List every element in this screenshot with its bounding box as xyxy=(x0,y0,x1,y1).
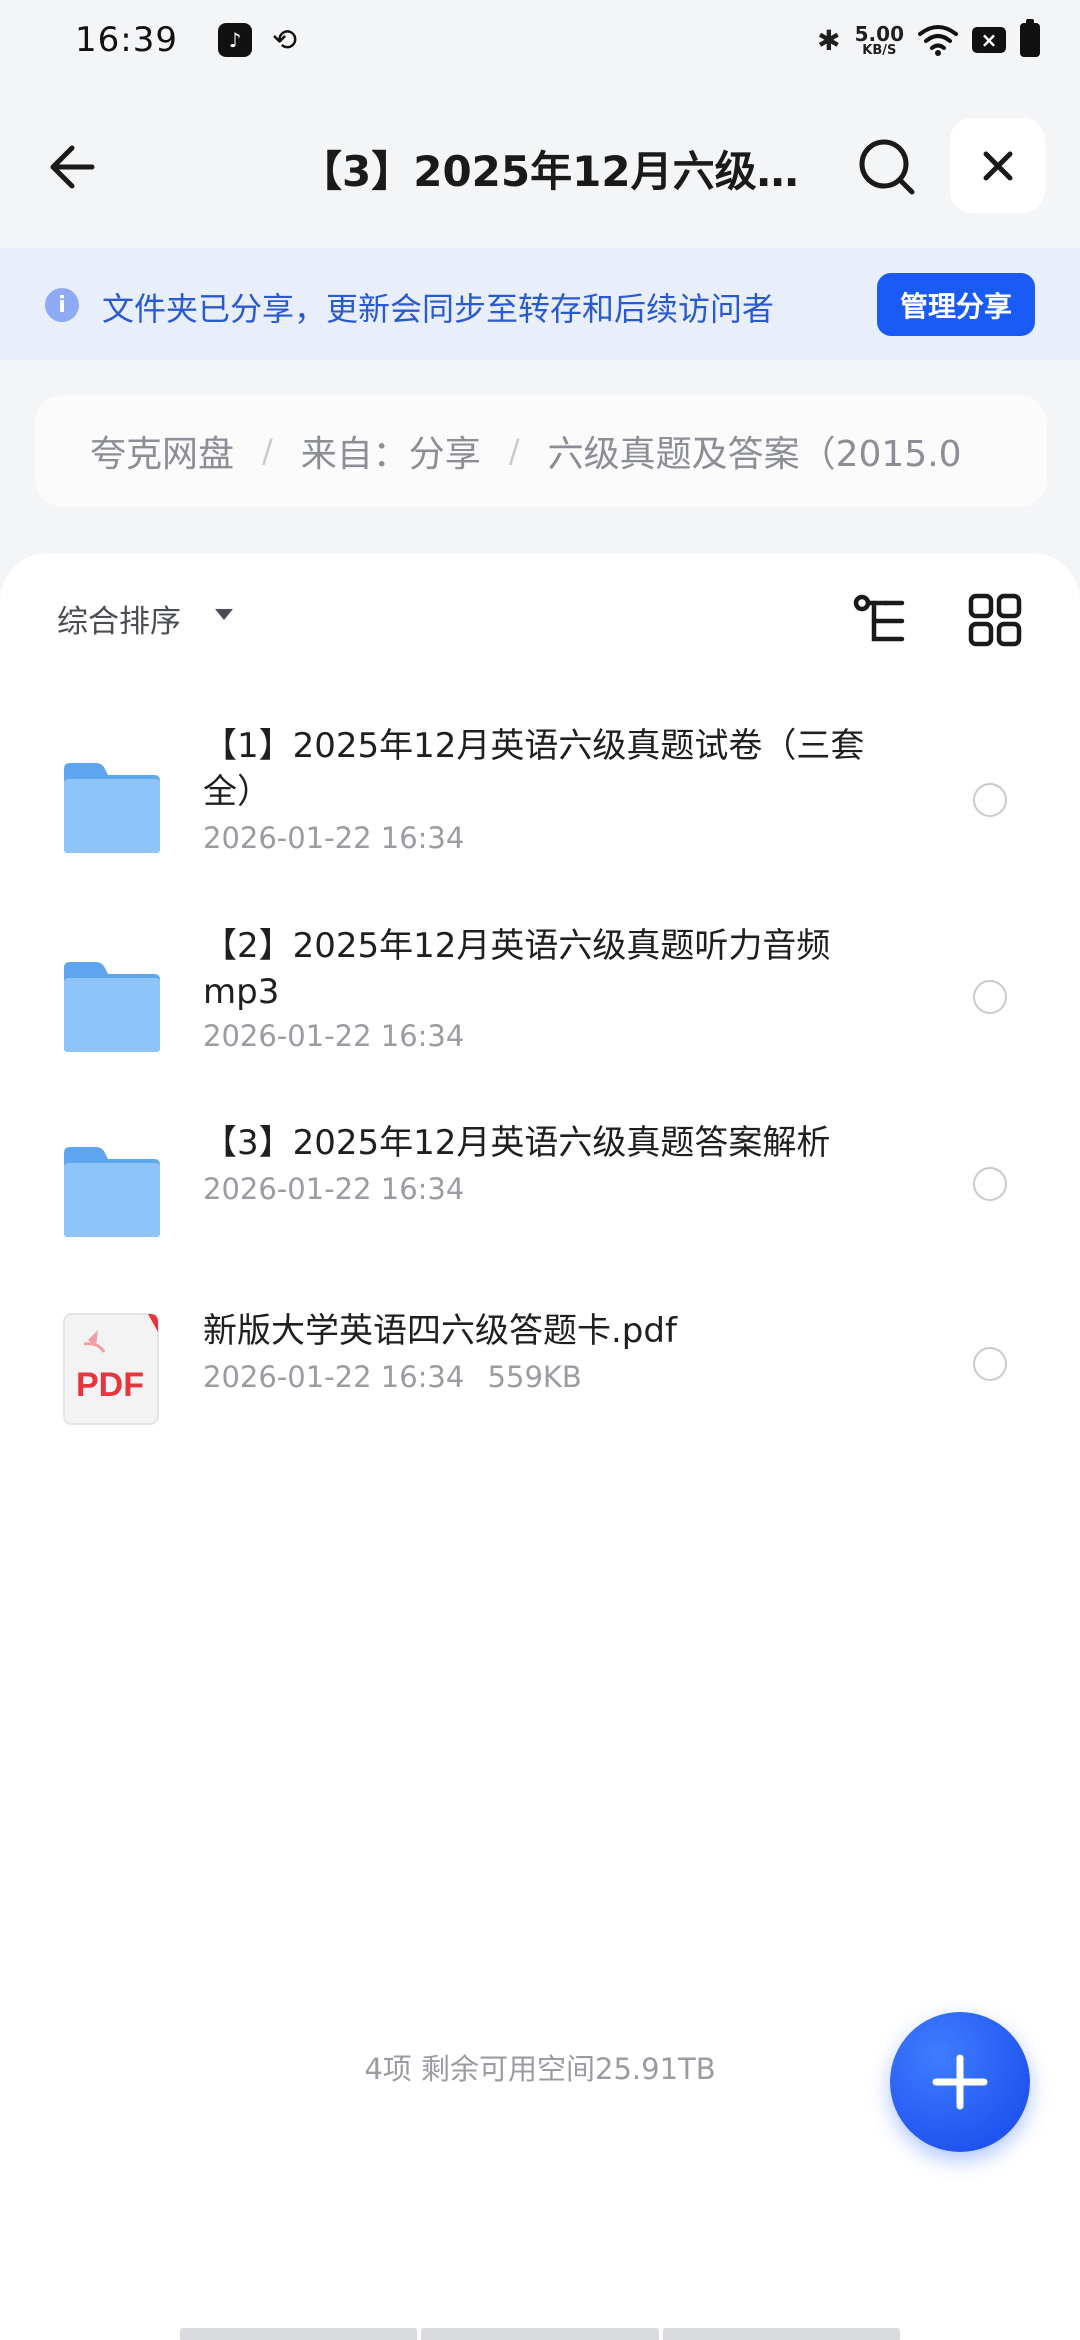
arrow-left-icon xyxy=(50,145,95,189)
tiktok-icon: ♪ xyxy=(217,23,252,57)
file-date: 2026-01-22 16:34 xyxy=(203,1019,465,1053)
file-name: 【3】2025年12月英语六级真题答案解析 xyxy=(203,1123,831,1163)
select-radio[interactable] xyxy=(973,1167,1007,1201)
breadcrumb-separator: / xyxy=(262,432,273,470)
header: 【3】2025年12月六级… xyxy=(0,110,1080,220)
tree-view-button[interactable] xyxy=(852,593,910,651)
sort-dropdown[interactable]: 综合排序 xyxy=(57,596,181,641)
screen: 16:39 ♪ ⟲ ✱ 5.00 KB/S × 【3】2025年12月六级… i… xyxy=(0,0,1080,2340)
status-bar: 16:39 ♪ ⟲ ✱ 5.00 KB/S × xyxy=(0,0,1080,80)
file-date: 2026-01-22 16:34 xyxy=(203,821,465,855)
file-name: 【1】2025年12月英语六级真题试卷（三套全） xyxy=(203,726,865,812)
caret-down-icon[interactable] xyxy=(215,609,233,620)
tree-structure-icon xyxy=(853,594,905,642)
breadcrumb-item-folder[interactable]: 六级真题及答案（2015.0 xyxy=(548,425,962,477)
sync-icon: ⟲ xyxy=(271,22,298,58)
file-name: 新版大学英语四六级答题卡.pdf xyxy=(203,1311,677,1351)
folder-icon xyxy=(64,1147,160,1237)
share-banner-text: 文件夹已分享，更新会同步至转存和后续访问者 xyxy=(102,290,775,328)
file-date: 2026-01-22 16:34 xyxy=(203,1360,465,1394)
close-icon xyxy=(983,151,1012,180)
grid-view-button[interactable] xyxy=(968,593,1022,647)
back-button[interactable] xyxy=(40,132,110,202)
breadcrumb-separator: / xyxy=(508,432,520,470)
nav-handle-segment[interactable] xyxy=(421,2328,659,2340)
search-button[interactable] xyxy=(852,132,922,202)
breadcrumb-item-root[interactable]: 夸克网盘 xyxy=(90,425,234,477)
close-button[interactable] xyxy=(950,118,1045,213)
network-speed: 5.00 KB/S xyxy=(855,24,904,57)
sim-off-icon: × xyxy=(972,27,1006,53)
breadcrumb: 夸克网盘 / 来自：分享 / 六级真题及答案（2015.0 xyxy=(35,395,1047,507)
pdf-icon-label: PDF xyxy=(76,1366,144,1404)
nav-handle-segment[interactable] xyxy=(662,2328,900,2340)
folder-icon xyxy=(64,962,160,1052)
select-radio[interactable] xyxy=(973,783,1007,817)
file-date: 2026-01-22 16:34 xyxy=(203,1172,465,1206)
navigation-bar xyxy=(180,2328,900,2340)
wifi-icon xyxy=(918,25,958,56)
info-icon: i xyxy=(45,288,79,322)
battery-icon xyxy=(1020,19,1040,57)
add-button[interactable] xyxy=(890,2012,1030,2152)
select-radio[interactable] xyxy=(973,1347,1007,1381)
network-speed-value: 5.00 xyxy=(854,21,904,46)
status-icons: ✱ 5.00 KB/S × xyxy=(817,19,1040,57)
manage-share-button[interactable]: 管理分享 xyxy=(877,273,1035,336)
file-name: 【2】2025年12月英语六级真题听力音频mp3 xyxy=(203,926,831,1012)
select-radio[interactable] xyxy=(973,980,1007,1014)
page-title: 【3】2025年12月六级… xyxy=(300,147,799,196)
search-icon xyxy=(859,139,915,195)
network-speed-unit: KB/S xyxy=(862,42,897,58)
plus-icon xyxy=(932,2054,988,2110)
nav-handle-segment[interactable] xyxy=(180,2328,418,2340)
file-meta: 2026-01-22 16:34 559KB xyxy=(203,1360,582,1394)
folder-icon xyxy=(64,763,160,853)
bluetooth-icon: ✱ xyxy=(817,23,841,57)
grid-icon xyxy=(968,593,1022,647)
pdf-file-icon: PDF xyxy=(63,1313,159,1425)
file-size: 559KB xyxy=(487,1360,582,1394)
breadcrumb-item-share[interactable]: 来自：分享 xyxy=(301,425,481,477)
status-time: 16:39 xyxy=(75,20,178,60)
